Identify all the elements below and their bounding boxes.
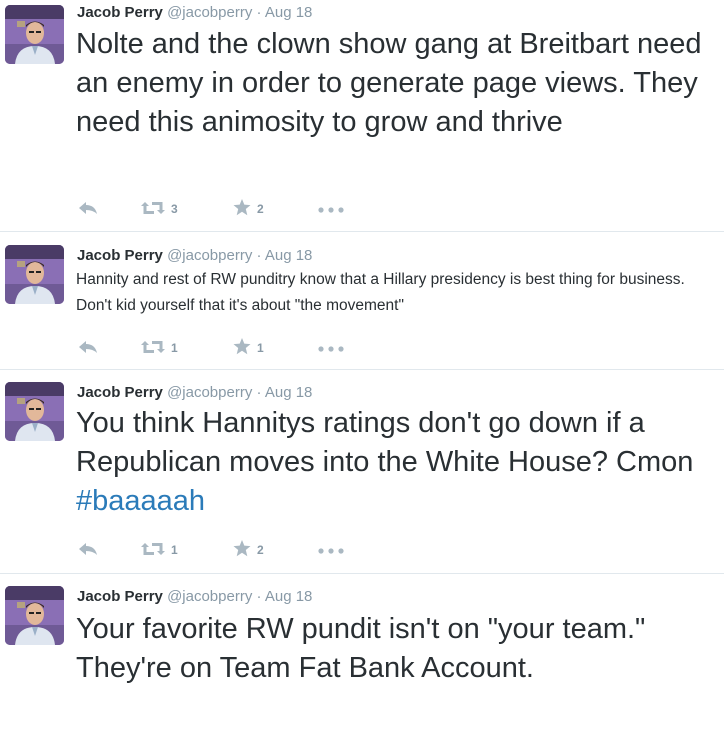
retweet-button[interactable]: 1 (141, 540, 178, 560)
tweet-actions: 1 1 (78, 338, 378, 358)
more-button[interactable] (318, 338, 344, 358)
user-handle[interactable]: @jacobperry (167, 4, 252, 21)
user-name[interactable]: Jacob Perry (77, 247, 163, 264)
retweet-count: 1 (171, 543, 178, 557)
avatar[interactable] (5, 586, 64, 645)
user-name[interactable]: Jacob Perry (77, 588, 163, 605)
tweet-text: Hannity and rest of RW punditry know tha… (76, 267, 716, 319)
retweet-button[interactable]: 3 (141, 199, 178, 219)
tweet[interactable]: Jacob Perry @jacobperry · Aug 18 Hannity… (0, 232, 724, 370)
user-handle[interactable]: @jacobperry (167, 588, 252, 605)
avatar[interactable] (5, 5, 64, 64)
tweet-text-content: Nolte and the clown show gang at Breitba… (76, 28, 702, 138)
retweet-count: 1 (171, 341, 178, 355)
favorite-count: 1 (257, 341, 264, 355)
tweet-time[interactable]: Aug 18 (265, 588, 313, 605)
more-icon (318, 341, 344, 355)
tweet-time[interactable]: Aug 18 (265, 247, 313, 264)
tweet[interactable]: Jacob Perry @jacobperry · Aug 18 You thi… (0, 370, 724, 574)
reply-icon (78, 201, 98, 218)
reply-button[interactable] (78, 540, 98, 560)
separator: · (256, 247, 262, 264)
separator: · (256, 4, 262, 21)
more-button[interactable] (318, 199, 344, 219)
avatar[interactable] (5, 245, 64, 304)
tweet-header: Jacob Perry @jacobperry · Aug 18 (77, 4, 312, 22)
tweet-actions: 3 2 (78, 199, 378, 219)
retweet-icon (141, 201, 165, 218)
reply-icon (78, 542, 98, 559)
tweet-text-content: You think Hannitys ratings don't go down… (76, 407, 694, 478)
retweet-count: 3 (171, 202, 178, 216)
more-icon (318, 543, 344, 557)
user-name[interactable]: Jacob Perry (77, 4, 163, 21)
star-icon (233, 338, 251, 358)
tweet-text: Nolte and the clown show gang at Breitba… (76, 25, 716, 142)
hashtag-link[interactable]: #baaaaah (76, 485, 205, 517)
separator: · (256, 384, 262, 401)
favorite-count: 2 (257, 543, 264, 557)
user-handle[interactable]: @jacobperry (167, 384, 252, 401)
tweet-header: Jacob Perry @jacobperry · Aug 18 (77, 247, 312, 265)
tweet-text-content: Your favorite RW pundit isn't on "your t… (76, 613, 646, 684)
tweet-header: Jacob Perry @jacobperry · Aug 18 (77, 588, 312, 606)
reply-button[interactable] (78, 199, 98, 219)
more-button[interactable] (318, 540, 344, 560)
tweet-time[interactable]: Aug 18 (265, 4, 313, 21)
separator: · (256, 588, 262, 605)
favorite-button[interactable]: 1 (233, 338, 264, 358)
star-icon (233, 540, 251, 560)
tweet[interactable]: Jacob Perry @jacobperry · Aug 18 Nolte a… (0, 0, 724, 232)
tweet-text-content: Hannity and rest of RW punditry know tha… (76, 271, 685, 314)
tweet-actions: 1 2 (78, 540, 378, 560)
tweet-text: You think Hannitys ratings don't go down… (76, 404, 716, 521)
retweet-button[interactable]: 1 (141, 338, 178, 358)
reply-button[interactable] (78, 338, 98, 358)
retweet-icon (141, 542, 165, 559)
tweet-time[interactable]: Aug 18 (265, 384, 313, 401)
tweet-header: Jacob Perry @jacobperry · Aug 18 (77, 384, 312, 402)
favorite-count: 2 (257, 202, 264, 216)
retweet-icon (141, 340, 165, 357)
favorite-button[interactable]: 2 (233, 199, 264, 219)
user-handle[interactable]: @jacobperry (167, 247, 252, 264)
avatar[interactable] (5, 382, 64, 441)
star-icon (233, 199, 251, 219)
tweet-text: Your favorite RW pundit isn't on "your t… (76, 610, 716, 688)
user-name[interactable]: Jacob Perry (77, 384, 163, 401)
favorite-button[interactable]: 2 (233, 540, 264, 560)
tweet[interactable]: Jacob Perry @jacobperry · Aug 18 Your fa… (0, 574, 724, 732)
reply-icon (78, 340, 98, 357)
more-icon (318, 202, 344, 216)
